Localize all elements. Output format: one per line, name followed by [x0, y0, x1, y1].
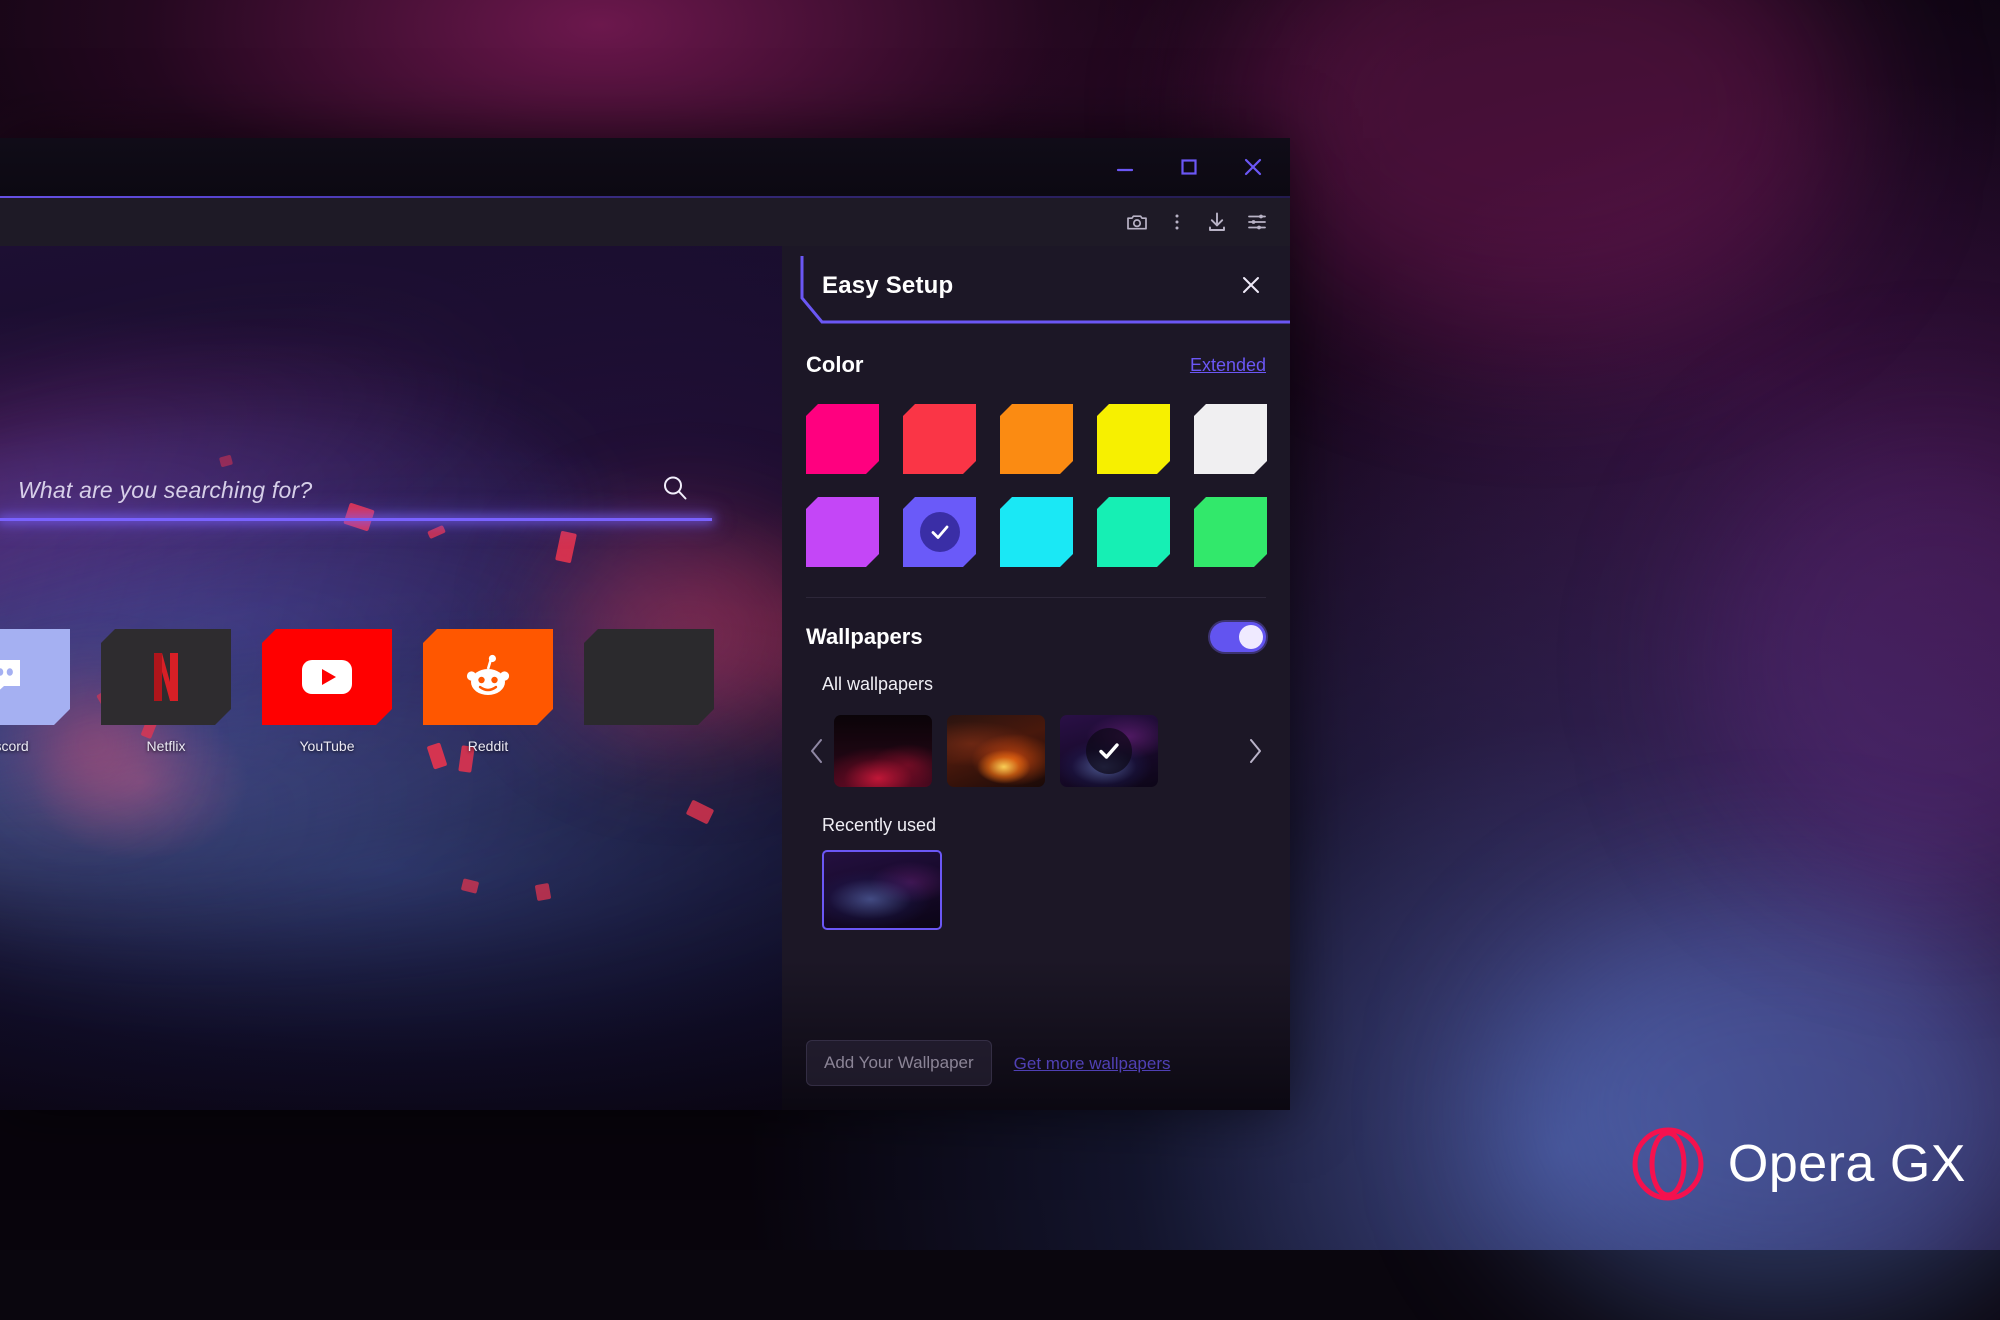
- chevron-right-icon[interactable]: [1244, 731, 1266, 771]
- color-selected-check: [920, 512, 960, 552]
- speed-dial-item-extra[interactable]: [584, 629, 714, 754]
- speed-dial-label: Netflix: [101, 738, 231, 754]
- discord-tile[interactable]: [0, 629, 70, 725]
- wallpaper-thumbnail-red-sparks[interactable]: [834, 715, 932, 787]
- netflix-icon: [149, 650, 183, 704]
- wallpaper-selected-check: [1086, 728, 1132, 774]
- more-vertical-icon[interactable]: [1160, 205, 1194, 239]
- color-section-header: Color Extended: [782, 352, 1290, 378]
- panel-footer: Add Your Wallpaper Get more wallpapers: [782, 960, 1290, 1110]
- color-swatch-green[interactable]: [1194, 497, 1267, 567]
- toolbar-icon-group: [1120, 198, 1274, 246]
- speed-dial-item-youtube[interactable]: YouTube: [262, 629, 392, 754]
- opera-gx-wordmark: Opera GX: [1728, 1134, 1966, 1194]
- youtube-icon: [298, 656, 356, 698]
- recently-used-label: Recently used: [822, 815, 1290, 836]
- desktop-glow-blue: [1500, 900, 2000, 1320]
- close-button[interactable]: [1226, 147, 1280, 187]
- search-icon[interactable]: [660, 473, 690, 508]
- wallpapers-section-title: Wallpapers: [806, 624, 923, 650]
- search-row: [0, 468, 712, 512]
- add-wallpaper-button[interactable]: Add Your Wallpaper: [806, 1040, 992, 1086]
- chevron-left-icon[interactable]: [806, 731, 828, 771]
- wallpaper-fragment: [219, 455, 233, 468]
- color-swatch-purple[interactable]: [903, 497, 976, 567]
- speed-dial-item-netflix[interactable]: Netflix: [101, 629, 231, 754]
- color-swatch-grid: [806, 404, 1266, 567]
- search-bar[interactable]: [0, 468, 712, 521]
- minimize-button[interactable]: [1098, 147, 1152, 187]
- reddit-icon: [462, 651, 514, 703]
- wallpaper-fragment: [461, 878, 479, 894]
- recent-wallpaper-thumbnail[interactable]: [822, 850, 942, 930]
- browser-toolbar: [0, 198, 1290, 246]
- color-section-title: Color: [806, 352, 863, 378]
- wallpaper-thumbnail-fire-swirl[interactable]: [947, 715, 1045, 787]
- color-swatch-orange[interactable]: [1000, 404, 1073, 474]
- reddit-tile[interactable]: [423, 629, 553, 725]
- speed-dial-label: Reddit: [423, 738, 553, 754]
- wallpaper-fragment: [427, 525, 446, 539]
- section-divider: [806, 597, 1266, 598]
- desktop-glow-magenta: [1230, 0, 1850, 340]
- wallpaper-fragment: [555, 531, 577, 564]
- easy-setup-panel: Easy Setup Color Extended Wallpapers All…: [782, 246, 1290, 1110]
- panel-close-button[interactable]: [1234, 268, 1268, 302]
- youtube-tile[interactable]: [262, 629, 392, 725]
- color-swatch-red[interactable]: [903, 404, 976, 474]
- opera-gx-branding: Opera GX: [1630, 1126, 1966, 1202]
- toggle-knob: [1239, 625, 1263, 649]
- speed-dial-item-discord[interactable]: Discord: [0, 629, 70, 754]
- color-swatch-violet[interactable]: [806, 497, 879, 567]
- desktop-glow-violet: [1700, 420, 2000, 900]
- color-swatch-yellow[interactable]: [1097, 404, 1170, 474]
- wallpaper-carousel: [782, 709, 1290, 793]
- panel-title: Easy Setup: [822, 272, 953, 300]
- get-more-wallpapers-link[interactable]: Get more wallpapers: [1014, 1054, 1171, 1086]
- search-input[interactable]: [18, 477, 618, 504]
- speed-dial: Discord Netflix YouTub: [0, 629, 714, 754]
- color-swatch-pink[interactable]: [806, 404, 879, 474]
- carousel-track: [834, 715, 1158, 787]
- browser-window: Discord Netflix YouTub: [0, 138, 1290, 1110]
- tab-bar: [0, 138, 1290, 196]
- color-swatch-white[interactable]: [1194, 404, 1267, 474]
- downloads-icon[interactable]: [1200, 205, 1234, 239]
- wallpapers-section-header: Wallpapers: [782, 622, 1290, 652]
- wallpaper-fragment: [535, 883, 552, 901]
- opera-gx-logo-icon: [1630, 1126, 1706, 1202]
- extended-link[interactable]: Extended: [1190, 355, 1266, 376]
- search-underline: [0, 518, 712, 521]
- speed-dial-label: YouTube: [262, 738, 392, 754]
- speed-dial-item-reddit[interactable]: Reddit: [423, 629, 553, 754]
- wallpaper-thumbnail-purple-wave[interactable]: [1060, 715, 1158, 787]
- snapshot-icon[interactable]: [1120, 205, 1154, 239]
- blank-tile-icon[interactable]: [584, 629, 714, 725]
- speed-dial-label: Discord: [0, 738, 70, 754]
- wallpaper-wave-1: [0, 334, 622, 844]
- discord-icon: [0, 652, 30, 702]
- wallpaper-fragment: [686, 800, 715, 825]
- color-swatch-turquoise[interactable]: [1097, 497, 1170, 567]
- easy-setup-header: Easy Setup: [782, 246, 1290, 334]
- all-wallpapers-label: All wallpapers: [822, 674, 1290, 695]
- color-swatch-cyan[interactable]: [1000, 497, 1073, 567]
- netflix-tile[interactable]: [101, 629, 231, 725]
- wallpapers-toggle[interactable]: [1210, 622, 1266, 652]
- maximize-button[interactable]: [1162, 147, 1216, 187]
- window-controls: [1098, 138, 1280, 196]
- easy-setup-icon[interactable]: [1240, 205, 1274, 239]
